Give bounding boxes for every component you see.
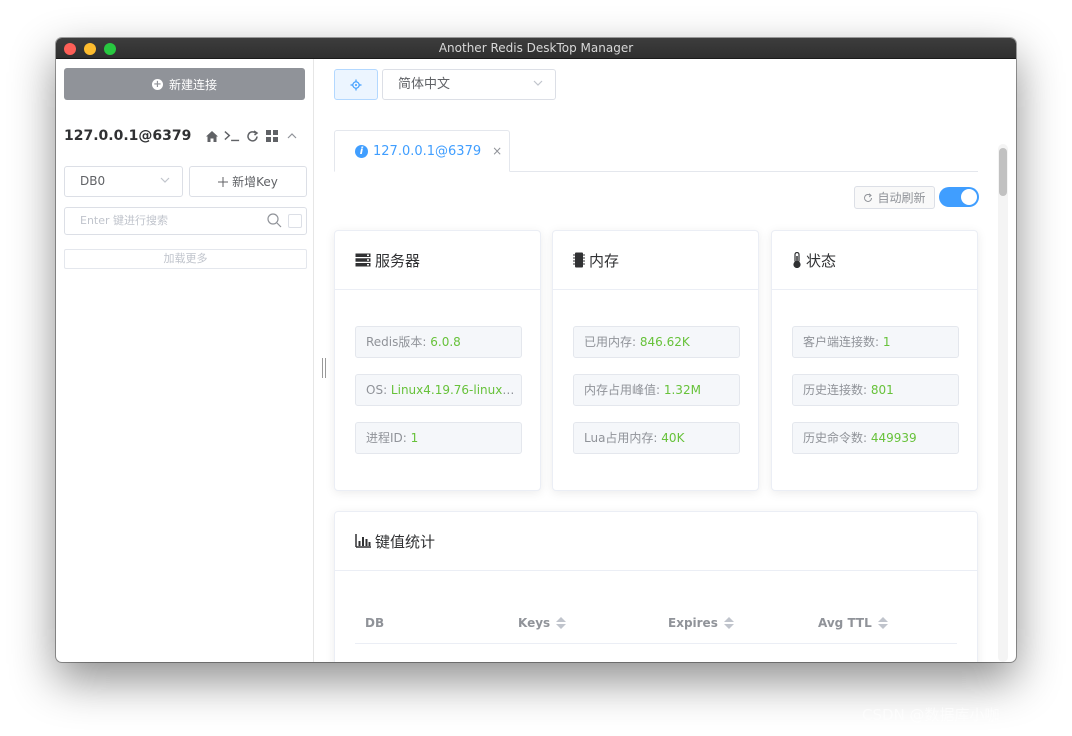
grid-icon[interactable] [264,128,280,144]
keyspace-table-header: DB Keys Expires Avg TTL [355,604,957,644]
keyspace-card-header: 键值统计 [335,512,977,571]
server-card-header: 服务器 [335,231,540,290]
new-connection-button[interactable]: + 新建连接 [64,68,305,100]
chevron-down-icon [533,80,543,86]
keyspace-card: 键值统计 DB Keys Expires Avg TTL [334,511,978,662]
connection-actions [204,128,300,144]
refresh-icon [864,192,873,202]
main-panel: 简体中文 i 127.0.0.1@6379 × 自动刷新 服务器 Redis版本… [314,59,1016,662]
chevron-up-icon[interactable] [284,128,300,144]
new-connection-label: 新建连接 [168,77,217,92]
language-select[interactable]: 简体中文 [382,69,556,100]
connected-clients-stat: 客户端连接数: 1 [792,326,959,358]
refresh-icon[interactable] [244,128,260,144]
key-search-input[interactable]: Enter 键进行搜索 [64,207,307,235]
gear-icon [350,79,362,90]
server-card-title: 服务器 [375,251,421,270]
memory-card-title: 内存 [589,251,620,270]
sort-icon[interactable] [556,617,567,629]
process-id-stat: 进程ID: 1 [355,422,522,454]
title-bar: Another Redis DeskTop Manager [56,38,1016,59]
load-more-button[interactable]: 加载更多 [64,249,307,269]
auto-refresh-toggle[interactable] [939,187,979,207]
chevron-down-icon [160,177,170,183]
memory-card: 内存 已用内存: 846.62K 内存占用峰值: 1.32M Lua占用内存: … [552,230,759,491]
db-select[interactable]: DB0 [64,166,183,197]
home-icon[interactable] [204,128,220,144]
sort-icon[interactable] [877,617,888,629]
server-icon [355,253,371,267]
exact-search-checkbox[interactable] [288,214,302,228]
status-card: 状态 客户端连接数: 1 历史连接数: 801 历史命令数: 449939 [771,230,978,491]
thermometer-icon [793,252,801,268]
add-key-button[interactable]: 新增Key [189,166,307,197]
main-scrollbar[interactable] [998,144,1008,662]
terminal-icon[interactable] [224,128,240,144]
plus-icon [218,176,229,187]
connection-name[interactable]: 127.0.0.1@6379 [64,128,191,144]
total-connections-stat: 历史连接数: 801 [792,374,959,406]
used-memory-stat: 已用内存: 846.62K [573,326,740,358]
os-stat: OS: Linux4.19.76-linuxkit... [355,374,522,406]
scrollbar-thumb[interactable] [999,148,1007,196]
column-avg-ttl[interactable]: Avg TTL [818,616,888,630]
db-select-value: DB0 [80,174,106,188]
app-window: Another Redis DeskTop Manager + 新建连接 127… [56,38,1016,662]
plus-circle-icon: + [151,78,163,90]
total-commands-stat: 历史命令数: 449939 [792,422,959,454]
tab-connection[interactable]: i 127.0.0.1@6379 × [334,130,510,172]
search-placeholder: Enter 键进行搜索 [80,214,169,227]
bar-chart-icon [355,534,371,548]
lua-memory-stat: Lua占用内存: 40K [573,422,740,454]
tab-label: 127.0.0.1@6379 [373,143,482,159]
redis-version-stat: Redis版本: 6.0.8 [355,326,522,358]
column-keys[interactable]: Keys [518,616,567,630]
settings-button[interactable] [334,69,378,100]
auto-refresh-label: 自动刷新 [877,191,926,205]
watermark: CSDN @数据库小咖 [862,706,1000,724]
memory-chip-icon [573,252,585,268]
language-value: 简体中文 [398,77,451,92]
search-icon[interactable] [267,213,282,228]
auto-refresh-button[interactable]: 自动刷新 [854,186,935,209]
memory-card-header: 内存 [553,231,758,290]
close-icon[interactable]: × [492,144,502,158]
sidebar: + 新建连接 127.0.0.1@6379 DB0 新增Key Enter 键进… [56,59,314,662]
sort-icon[interactable] [723,617,734,629]
peak-memory-stat: 内存占用峰值: 1.32M [573,374,740,406]
add-key-label: 新增Key [232,175,278,189]
column-expires[interactable]: Expires [668,616,734,630]
column-db: DB [365,616,385,630]
window-title: Another Redis DeskTop Manager [438,41,634,55]
keyspace-card-title: 键值统计 [375,532,436,551]
status-card-title: 状态 [806,251,837,270]
info-icon: i [355,144,368,158]
status-card-header: 状态 [772,231,977,290]
server-card: 服务器 Redis版本: 6.0.8 OS: Linux4.19.76-linu… [334,230,541,491]
